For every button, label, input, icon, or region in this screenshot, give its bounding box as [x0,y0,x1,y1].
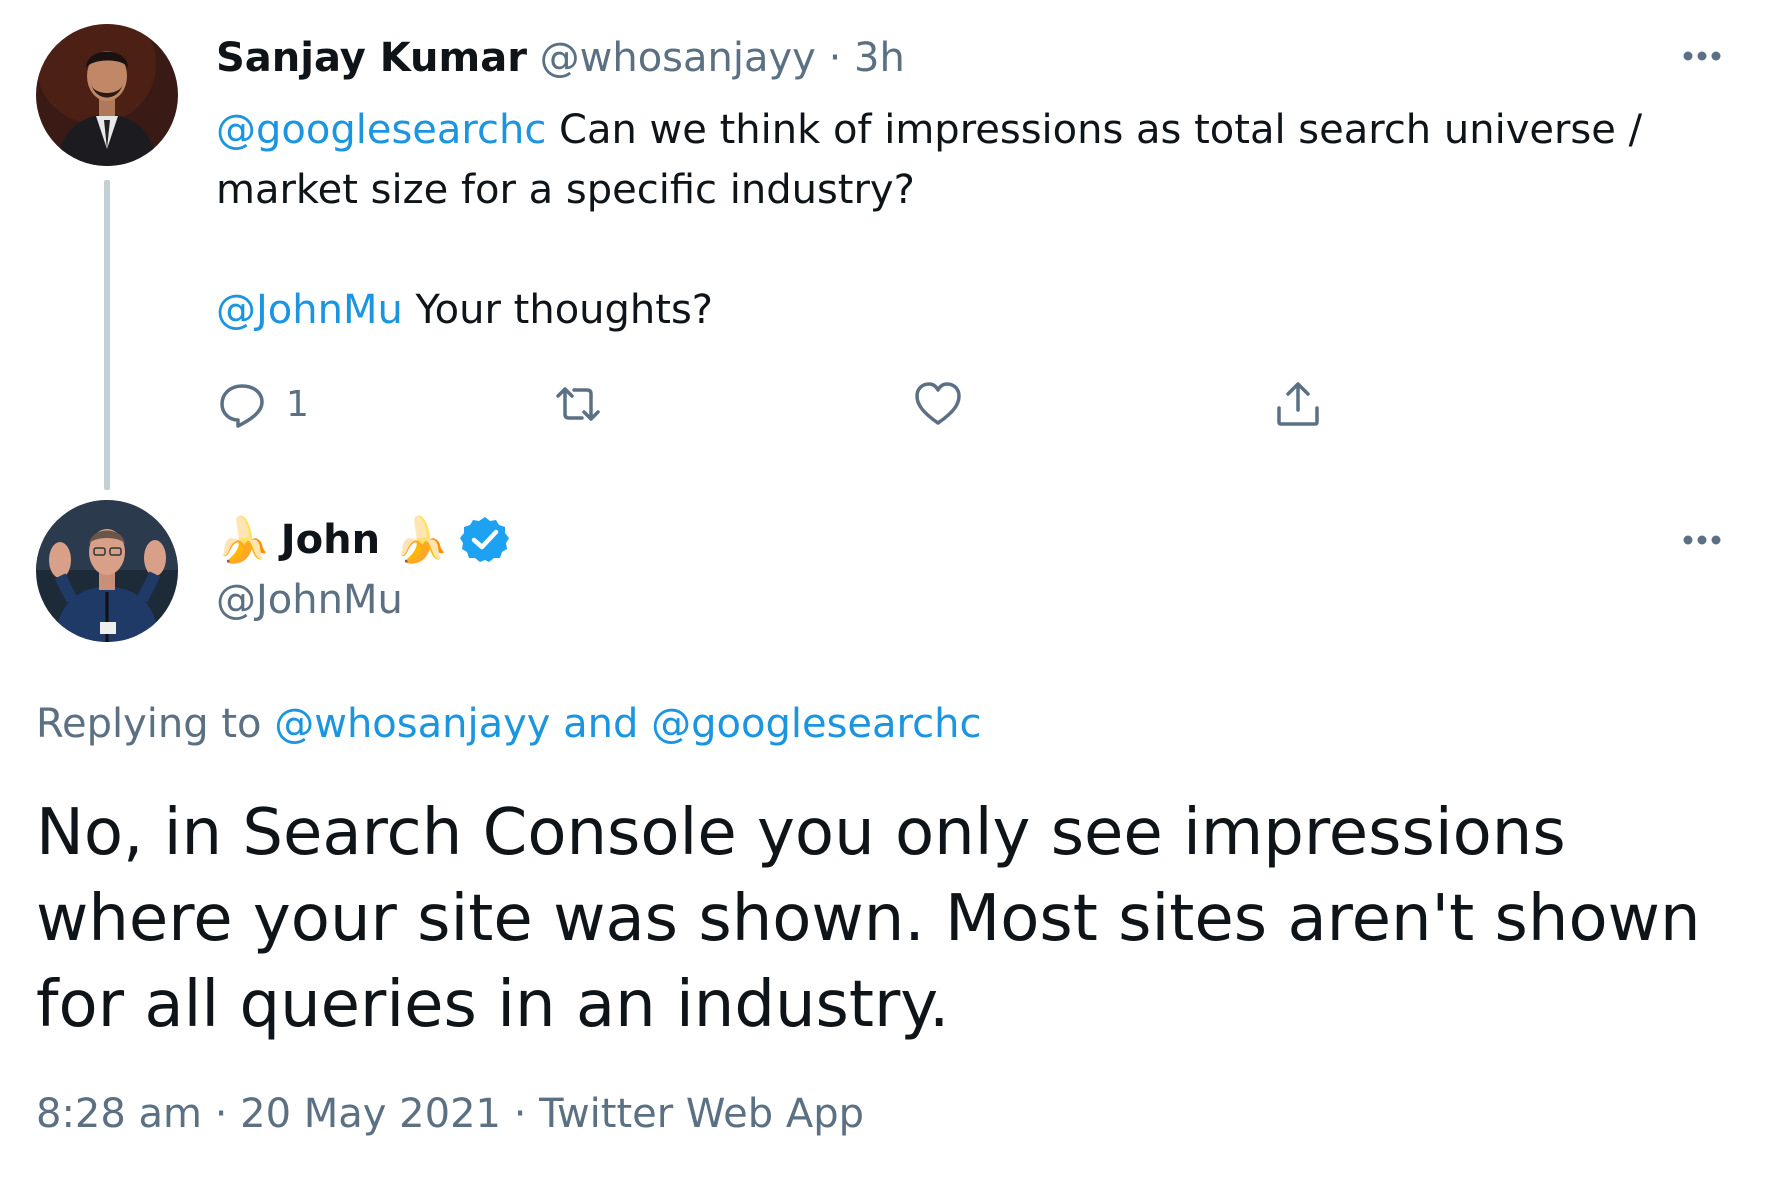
tweet-actions-bar: 1 [216,374,1516,434]
reply-button[interactable]: 1 [216,374,309,434]
author-handle[interactable]: @whosanjayy [540,35,816,81]
avatar-sanjay-kumar[interactable] [36,24,178,166]
replying-prefix: Replying to [36,701,275,747]
retweet-button[interactable] [552,374,604,434]
retweet-icon [556,387,600,421]
mention-link[interactable]: @googlesearchc [651,701,981,747]
replying-to-line: Replying to @whosanjayy and @googlesearc… [36,694,981,754]
tweet-header: Sanjay Kumar @whosanjayy · 3h [216,30,905,86]
reply-count: 1 [286,383,309,425]
author-handle[interactable]: @JohnMu [216,572,403,628]
tweet-time[interactable]: 3h [854,35,905,81]
share-icon [1277,382,1319,426]
author-name[interactable]: Sanjay Kumar [216,35,527,81]
reply-tweet-text: No, in Search Console you only see impre… [36,796,1701,1042]
replying-and: and [550,701,652,747]
tweet-timestamp[interactable]: 8:28 am · 20 May 2021 · Twitter Web App [36,1086,864,1142]
avatar-john[interactable] [36,500,178,642]
tweet-text: @googlesearchc Can we think of impressio… [216,100,1696,340]
reply-author-name-row[interactable]: 🍌 John 🍌 [216,512,511,568]
header-separator: · [828,35,842,81]
reply-icon [220,384,264,428]
more-icon[interactable] [1676,30,1728,86]
heart-icon [915,382,961,425]
like-button[interactable] [912,374,964,434]
mention-link[interactable]: @googlesearchc [216,107,546,153]
share-button[interactable] [1272,374,1324,434]
verified-badge-icon [459,517,509,562]
author-name[interactable]: John [281,517,380,563]
banana-emoji: 🍌 [394,515,449,566]
tweet-text-part: Your thoughts? [402,287,714,333]
banana-emoji: 🍌 [216,515,271,566]
thread-connector-line [104,180,110,490]
mention-link[interactable]: @whosanjayy [274,701,550,747]
mention-link[interactable]: @JohnMu [216,287,403,333]
more-icon[interactable] [1676,514,1728,570]
